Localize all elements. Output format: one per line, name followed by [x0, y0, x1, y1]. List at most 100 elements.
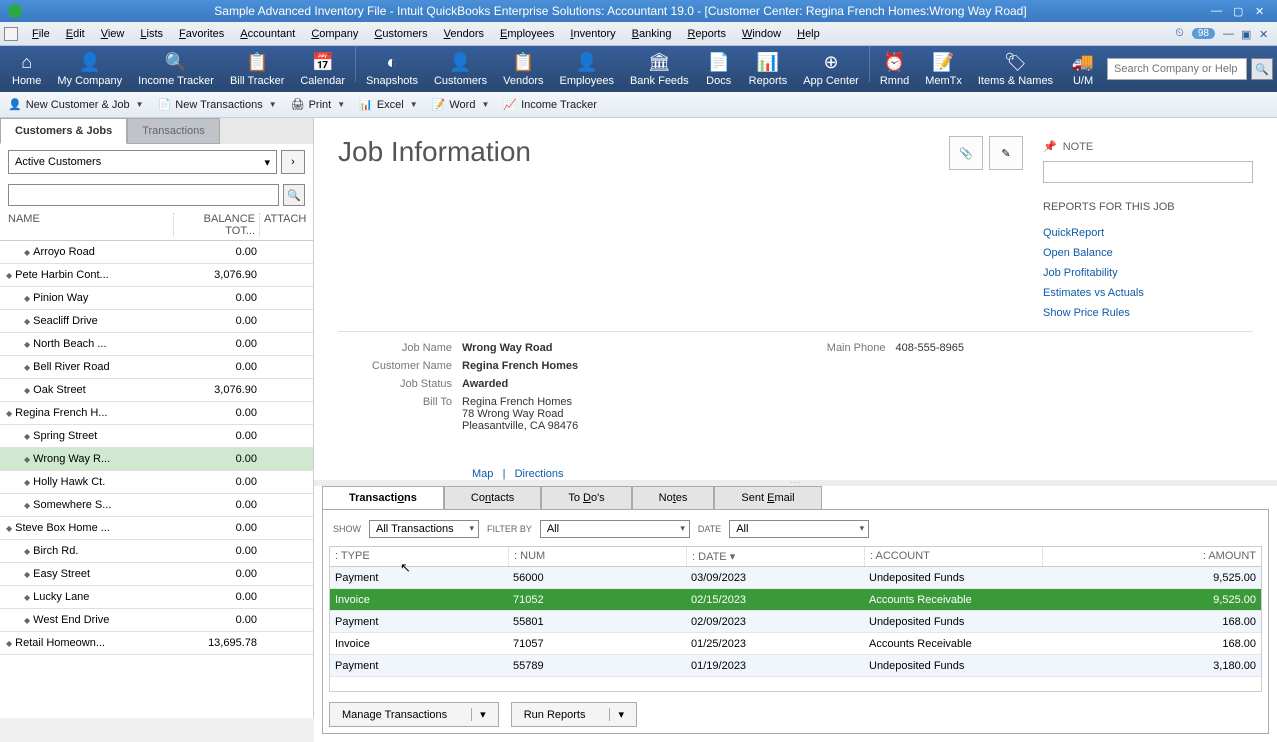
print-button[interactable]: 🖨 Print▼ [291, 98, 346, 111]
customer-row[interactable]: ◆Seacliff Drive0.00 [0, 310, 313, 333]
toolbar-bank-feeds[interactable]: 🏛Bank Feeds [622, 46, 697, 92]
toolbar-docs[interactable]: 📄Docs [697, 46, 741, 92]
inner-restore[interactable]: ▣ [1241, 28, 1255, 40]
menu-banking[interactable]: Banking [624, 26, 680, 42]
col-date-header[interactable]: : DATE ▾ [686, 547, 864, 566]
subtab-transactions[interactable]: Transactions [322, 486, 444, 510]
menu-vendors[interactable]: Vendors [436, 26, 492, 42]
col-amount-header[interactable]: : AMOUNT [1042, 547, 1261, 566]
report-link-quickreport[interactable]: QuickReport [1043, 223, 1253, 243]
toolbar-u-m[interactable]: 🚚U/M [1061, 46, 1105, 92]
customer-row[interactable]: ◆Holly Hawk Ct.0.00 [0, 471, 313, 494]
customer-row[interactable]: ◆Pinion Way0.00 [0, 287, 313, 310]
customer-row[interactable]: ◆Easy Street0.00 [0, 563, 313, 586]
toolbar-vendors[interactable]: 📋Vendors [495, 46, 551, 92]
customer-row[interactable]: ◆Birch Rd.0.00 [0, 540, 313, 563]
note-input[interactable] [1043, 161, 1253, 183]
customer-row[interactable]: ◆Steve Box Home ...0.00 [0, 517, 313, 540]
customer-row[interactable]: ◆Spring Street0.00 [0, 425, 313, 448]
customer-row[interactable]: ◆North Beach ...0.00 [0, 333, 313, 356]
menu-help[interactable]: Help [789, 26, 828, 42]
customer-row[interactable]: ◆Retail Homeown...13,695.78 [0, 632, 313, 655]
reminder-badge[interactable]: 98 [1192, 28, 1215, 39]
menu-employees[interactable]: Employees [492, 26, 562, 42]
toolbar-home[interactable]: ⌂Home [4, 46, 49, 92]
menu-edit[interactable]: Edit [58, 26, 93, 42]
transaction-row[interactable]: Payment5578901/19/2023Undeposited Funds3… [330, 655, 1261, 677]
new-transactions-button[interactable]: 📄 New Transactions▼ [158, 98, 277, 111]
menu-inventory[interactable]: Inventory [562, 26, 623, 42]
customer-row[interactable]: ◆Arroyo Road0.00 [0, 241, 313, 264]
maximize-button[interactable]: ▢ [1233, 5, 1247, 17]
transactions-tab[interactable]: Transactions [127, 118, 220, 144]
attachment-button[interactable]: 📎 [949, 136, 983, 170]
toolbar-rmnd[interactable]: ⏰Rmnd [872, 46, 917, 92]
report-link-show-price-rules[interactable]: Show Price Rules [1043, 303, 1253, 323]
customer-row[interactable]: ◆Wrong Way R...0.00 [0, 448, 313, 471]
customer-filter-dropdown[interactable]: Active Customers▾ [8, 150, 277, 174]
toolbar-customers[interactable]: 👤Customers [426, 46, 495, 92]
toolbar-reports[interactable]: 📊Reports [741, 46, 796, 92]
search-button[interactable]: 🔍 [1251, 58, 1273, 80]
inner-minimize[interactable]: — [1223, 28, 1237, 40]
customer-row[interactable]: ◆Oak Street3,076.90 [0, 379, 313, 402]
date-filter[interactable]: All [729, 520, 869, 538]
edit-button[interactable]: ✎ [989, 136, 1023, 170]
menu-reports[interactable]: Reports [679, 26, 734, 42]
toolbar-income-tracker[interactable]: 🔍Income Tracker [130, 46, 222, 92]
report-link-job-profitability[interactable]: Job Profitability [1043, 263, 1253, 283]
word-button[interactable]: 📝 Word▼ [432, 98, 490, 111]
menu-favorites[interactable]: Favorites [171, 26, 232, 42]
map-link[interactable]: Map [472, 468, 493, 480]
inner-close[interactable]: ✕ [1259, 28, 1273, 40]
minimize-button[interactable]: — [1211, 5, 1225, 17]
col-type-header[interactable]: : TYPE [330, 547, 508, 566]
toolbar-items-names[interactable]: 🏷Items & Names [970, 46, 1061, 92]
customer-row[interactable]: ◆Regina French H...0.00 [0, 402, 313, 425]
menu-company[interactable]: Company [303, 26, 366, 42]
subtab-contacts[interactable]: Contacts [444, 486, 541, 510]
excel-button[interactable]: 📊 Excel▼ [359, 98, 418, 111]
report-link-open-balance[interactable]: Open Balance [1043, 243, 1253, 263]
toolbar-my-company[interactable]: 👤My Company [49, 46, 130, 92]
transaction-row[interactable]: Payment5580102/09/2023Undeposited Funds1… [330, 611, 1261, 633]
transaction-row[interactable]: Invoice7105701/25/2023Accounts Receivabl… [330, 633, 1261, 655]
toolbar-memtx[interactable]: 📝MemTx [917, 46, 970, 92]
menu-lists[interactable]: Lists [132, 26, 171, 42]
customer-row[interactable]: ◆Somewhere S...0.00 [0, 494, 313, 517]
customer-search-button[interactable]: 🔍 [283, 184, 305, 206]
toolbar-app-center[interactable]: ⊕App Center [795, 46, 867, 92]
col-num-header[interactable]: : NUM [508, 547, 686, 566]
customer-row[interactable]: ◆Pete Harbin Cont...3,076.90 [0, 264, 313, 287]
menu-window[interactable]: Window [734, 26, 789, 42]
run-reports-button[interactable]: Run Reports▾ [511, 702, 637, 727]
menu-view[interactable]: View [93, 26, 133, 42]
menu-file[interactable]: File [24, 26, 58, 42]
col-account-header[interactable]: : ACCOUNT [864, 547, 1042, 566]
close-button[interactable]: ✕ [1255, 5, 1269, 17]
directions-link[interactable]: Directions [515, 468, 564, 480]
transaction-row[interactable]: Invoice7105202/15/2023Accounts Receivabl… [330, 589, 1261, 611]
subtab-to-do-s[interactable]: To Do's [541, 486, 631, 510]
company-search-input[interactable] [1107, 58, 1247, 80]
customers-jobs-tab[interactable]: Customers & Jobs [0, 118, 127, 144]
toolbar-snapshots[interactable]: ◐Snapshots [358, 46, 426, 92]
customer-search-input[interactable] [8, 184, 279, 206]
reminder-icon[interactable]: ⏲ [1175, 27, 1184, 40]
toolbar-bill-tracker[interactable]: 📋Bill Tracker [222, 46, 292, 92]
income-tracker-button[interactable]: 📈 Income Tracker [503, 98, 597, 111]
expand-arrow-button[interactable]: › [281, 150, 305, 174]
toolbar-calendar[interactable]: 📅Calendar [292, 46, 353, 92]
new-customer-button[interactable]: 👤 New Customer & Job▼ [8, 98, 144, 111]
transaction-row[interactable]: Payment5600003/09/2023Undeposited Funds9… [330, 567, 1261, 589]
customer-list[interactable]: ◆Arroyo Road0.00◆Pete Harbin Cont...3,07… [0, 241, 313, 718]
subtab-notes[interactable]: Notes [632, 486, 715, 510]
toolbar-employees[interactable]: 👤Employees [552, 46, 622, 92]
report-link-estimates-vs-actuals[interactable]: Estimates vs Actuals [1043, 283, 1253, 303]
customer-row[interactable]: ◆West End Drive0.00 [0, 609, 313, 632]
customer-row[interactable]: ◆Lucky Lane0.00 [0, 586, 313, 609]
filterby-filter[interactable]: All [540, 520, 690, 538]
manage-transactions-button[interactable]: Manage Transactions▾ [329, 702, 499, 727]
menu-customers[interactable]: Customers [366, 26, 435, 42]
show-filter[interactable]: All Transactions [369, 520, 479, 538]
